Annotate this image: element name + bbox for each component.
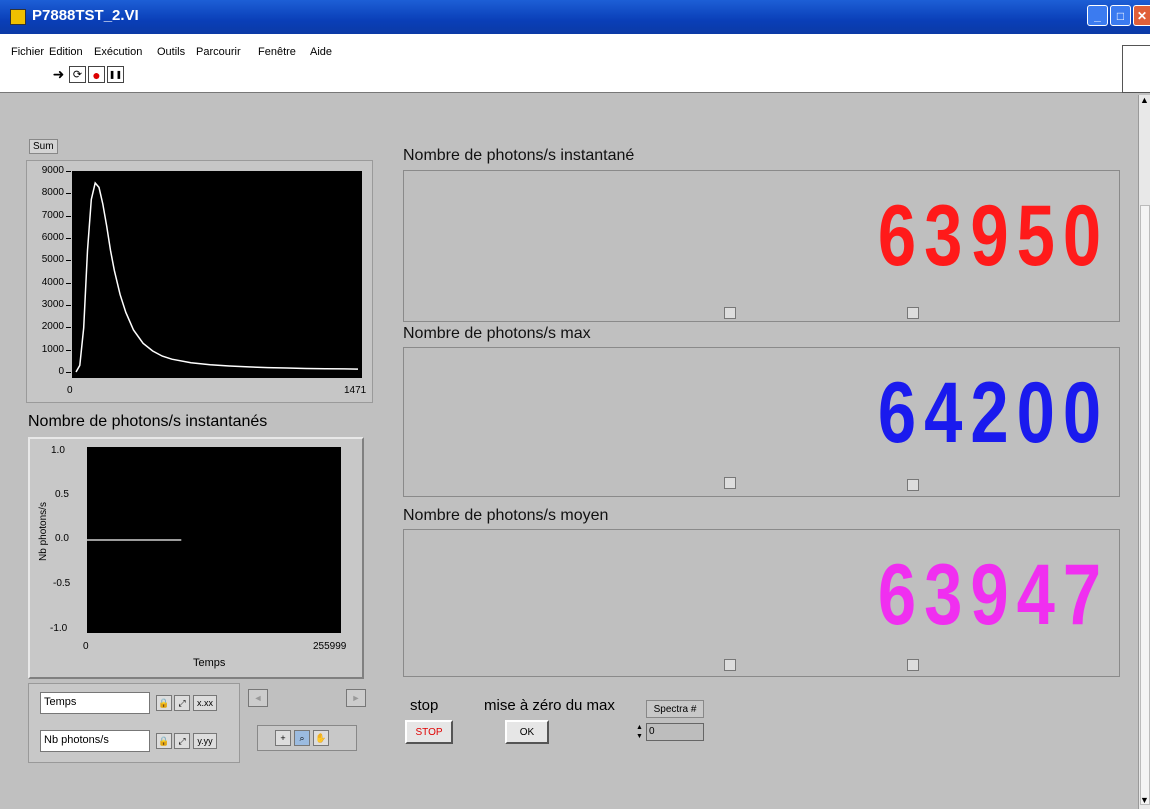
sum-button[interactable]: Sum bbox=[29, 139, 58, 154]
minimize-button[interactable]: _ bbox=[1087, 5, 1108, 26]
stop-label: stop bbox=[410, 697, 439, 714]
labview-app-icon bbox=[10, 9, 26, 25]
instant-value: 63950 bbox=[877, 188, 1109, 284]
sum-y-tick: 5000 bbox=[41, 254, 64, 266]
reset-max-label: mise à zéro du max bbox=[484, 697, 615, 714]
sum-y-tick-mark bbox=[66, 327, 71, 329]
g2-x-tick-max: 255999 bbox=[313, 641, 347, 652]
sum-graph-plot-area bbox=[72, 171, 362, 378]
graph2-xlabel: Temps bbox=[193, 657, 226, 669]
sum-y-tick-mark bbox=[66, 349, 71, 351]
sum-y-tick: 3000 bbox=[41, 299, 64, 310]
vi-icon-pane bbox=[1122, 45, 1150, 93]
max-value: 64200 bbox=[877, 365, 1109, 461]
run-continuous-icon[interactable]: ⟳ bbox=[69, 66, 86, 83]
g2-y-tick: 1.0 bbox=[51, 445, 65, 456]
stop-button[interactable]: STOP bbox=[405, 720, 453, 744]
sum-y-tick-mark bbox=[66, 260, 71, 262]
graph2-title: Nombre de photons/s instantanés bbox=[28, 413, 268, 430]
window-title: P7888TST_2.VI bbox=[32, 7, 139, 24]
instant-display: 63950 bbox=[403, 170, 1120, 322]
sum-y-tick-mark bbox=[66, 238, 71, 239]
scroll-up-icon[interactable]: ▲ bbox=[1140, 95, 1149, 105]
ok-button[interactable]: OK bbox=[505, 720, 549, 744]
menu-outils[interactable]: Outils bbox=[157, 46, 185, 58]
g2-y-tick: 0.5 bbox=[55, 489, 69, 500]
sum-y-tick: 0 bbox=[58, 366, 64, 377]
sum-y-tick: 1000 bbox=[41, 343, 64, 355]
abort-icon[interactable]: ● bbox=[88, 66, 105, 83]
scroll-thumb[interactable] bbox=[1140, 205, 1150, 805]
graph-tools-group: + ⌕ ✋ bbox=[257, 725, 357, 751]
y-scale-name-field[interactable]: Nb photons/s bbox=[40, 730, 150, 752]
g2-y-tick: -0.5 bbox=[53, 578, 71, 589]
mean-display: 63947 bbox=[403, 529, 1120, 677]
sum-y-tick-mark bbox=[66, 282, 71, 284]
sum-graph-svg bbox=[75, 181, 359, 373]
sum-y-tick: 2000 bbox=[41, 321, 64, 333]
y-format-button[interactable]: y.yy bbox=[193, 733, 217, 749]
next-cursor-icon[interactable]: ► bbox=[346, 689, 366, 707]
max-label: Nombre de photons/s max bbox=[403, 325, 591, 342]
resize-handle[interactable] bbox=[724, 307, 736, 319]
menu-fichier[interactable]: Fichier bbox=[11, 46, 44, 58]
menu-fenetre[interactable]: Fenêtre bbox=[258, 46, 296, 58]
maximize-button[interactable]: □ bbox=[1110, 5, 1131, 26]
crosshair-cursor-icon[interactable]: + bbox=[275, 730, 291, 746]
spectra-field[interactable]: 0 bbox=[646, 723, 704, 741]
title-bar: P7888TST_2.VI _ □ ✕ bbox=[0, 0, 1150, 34]
y-autoscale-icon[interactable]: ⤢ bbox=[174, 733, 190, 749]
graph2-ylabel: Nb photons/s bbox=[37, 501, 49, 561]
sum-y-tick: 6000 bbox=[41, 232, 64, 243]
menu-execution[interactable]: Exécution bbox=[94, 46, 142, 58]
sum-y-tick-mark bbox=[66, 372, 71, 373]
sum-series-line bbox=[75, 181, 359, 373]
menu-edition[interactable]: Edition bbox=[49, 46, 83, 58]
x-autoscale-icon[interactable]: ⤢ bbox=[174, 695, 190, 711]
resize-handle[interactable] bbox=[724, 659, 736, 671]
resize-handle[interactable] bbox=[907, 659, 919, 671]
spectra-increment-icon[interactable]: ▲ ▼ bbox=[636, 723, 645, 741]
toolbar: ➜ ⟳ ● ❚❚ bbox=[0, 62, 1150, 93]
vertical-scrollbar[interactable]: ▲ ▼ bbox=[1138, 95, 1150, 809]
menu-bar: Fichier Edition Exécution Outils Parcour… bbox=[0, 34, 1150, 63]
pan-hand-icon[interactable]: ✋ bbox=[313, 730, 329, 746]
run-arrow-icon[interactable]: ➜ bbox=[50, 66, 67, 83]
sum-y-tick-mark bbox=[66, 215, 71, 217]
zoom-icon[interactable]: ⌕ bbox=[294, 730, 310, 746]
sum-y-tick-mark bbox=[66, 171, 71, 172]
spectra-label: Spectra # bbox=[646, 700, 704, 718]
resize-handle[interactable] bbox=[724, 477, 736, 489]
sum-x-tick-0: 0 bbox=[67, 385, 73, 396]
mean-value: 63947 bbox=[877, 547, 1109, 643]
resize-handle[interactable] bbox=[907, 307, 919, 319]
sum-y-tick-mark bbox=[66, 305, 71, 306]
resize-handle[interactable] bbox=[907, 479, 919, 491]
mean-label: Nombre de photons/s moyen bbox=[403, 507, 609, 524]
x-scale-name-field[interactable]: Temps bbox=[40, 692, 150, 714]
instant-graph-plot-area bbox=[87, 447, 341, 633]
graph2-ylabel-wrap: Nb photons/s bbox=[28, 476, 58, 586]
menu-parcourir[interactable]: Parcourir bbox=[196, 46, 241, 58]
sum-y-tick: 9000 bbox=[41, 165, 64, 176]
instant-label: Nombre de photons/s instantané bbox=[403, 147, 635, 164]
pause-icon[interactable]: ❚❚ bbox=[107, 66, 124, 83]
x-lock-icon[interactable]: 🔒 bbox=[156, 695, 172, 711]
x-format-button[interactable]: x.xx bbox=[193, 695, 217, 711]
sum-x-tick-max: 1471 bbox=[344, 385, 367, 396]
g2-y-tick: -1.0 bbox=[50, 623, 68, 634]
sum-y-tick: 8000 bbox=[41, 187, 64, 199]
sum-y-tick-mark bbox=[66, 193, 71, 195]
instant-graph-svg bbox=[87, 539, 182, 541]
menu-aide[interactable]: Aide bbox=[310, 46, 332, 58]
close-button[interactable]: ✕ bbox=[1133, 5, 1150, 26]
scroll-down-icon[interactable]: ▼ bbox=[1140, 795, 1149, 805]
prev-cursor-icon[interactable]: ◄ bbox=[248, 689, 268, 707]
sum-y-tick: 4000 bbox=[41, 276, 64, 288]
sum-y-tick: 7000 bbox=[41, 209, 64, 221]
g2-x-tick-0: 0 bbox=[83, 641, 89, 652]
max-display: 64200 bbox=[403, 347, 1120, 497]
g2-y-tick: 0.0 bbox=[55, 533, 69, 544]
y-lock-icon[interactable]: 🔒 bbox=[156, 733, 172, 749]
